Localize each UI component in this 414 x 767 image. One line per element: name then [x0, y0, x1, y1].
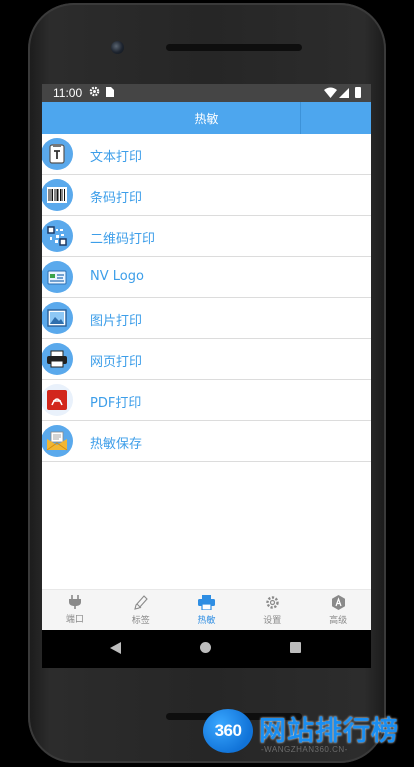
plug-icon	[68, 595, 81, 609]
menu-item-web-print[interactable]: 网页打印	[42, 339, 371, 380]
tab-label: 标签	[131, 615, 150, 626]
watermark: 360 网站排行榜 -WANGZHAN360.CN-	[203, 707, 408, 759]
pdf-icon	[42, 384, 73, 416]
back-icon[interactable]	[110, 642, 121, 654]
recent-apps-icon[interactable]	[290, 642, 301, 653]
menu-item-label: 文本打印	[90, 150, 143, 165]
barcode-icon	[42, 179, 73, 211]
tab-label: 高级	[329, 615, 348, 626]
appbar-divider	[300, 102, 301, 134]
menu-item-qrcode-print[interactable]: 二维码打印	[42, 216, 371, 257]
tab-port[interactable]: 端口	[42, 590, 108, 630]
print-menu-list: 文本打印 条码打印 二维码打印 NV Logo 图片打印 网页打印 PDF打印 …	[42, 134, 371, 462]
tab-label: 端口	[65, 615, 84, 625]
watermark-badge: 360	[203, 709, 253, 753]
tab-label: 设置	[263, 615, 282, 626]
menu-item-label: 网页打印	[90, 355, 143, 370]
menu-item-text-print[interactable]: 文本打印	[42, 134, 371, 175]
tab-label: 热敏	[197, 615, 216, 626]
gear-icon	[266, 595, 279, 609]
bottom-tab-bar: 端口 标签 热敏 设置 高级	[42, 589, 371, 630]
text-doc-icon	[42, 138, 73, 170]
watermark-title: 网站排行榜	[259, 716, 399, 747]
battery-icon	[355, 87, 361, 98]
advanced-icon	[331, 594, 345, 610]
picture-icon	[42, 302, 73, 334]
menu-item-pdf-print[interactable]: PDF打印	[42, 380, 371, 421]
tab-settings[interactable]: 设置	[239, 590, 305, 630]
tag-pen-icon	[133, 594, 148, 610]
front-camera-icon	[111, 41, 124, 54]
status-bar: 11:00	[42, 84, 371, 102]
qrcode-icon	[42, 220, 73, 252]
menu-item-thermal-save[interactable]: 热敏保存	[42, 421, 371, 462]
save-mail-icon	[42, 425, 73, 457]
settings-status-icon	[89, 86, 100, 97]
signal-icon	[339, 88, 349, 98]
menu-item-nv-logo[interactable]: NV Logo	[42, 257, 371, 298]
menu-item-image-print[interactable]: 图片打印	[42, 298, 371, 339]
system-nav-bar	[42, 630, 371, 668]
menu-item-label: PDF打印	[90, 396, 142, 411]
menu-item-label: NV Logo	[90, 269, 144, 284]
home-icon[interactable]	[200, 642, 211, 653]
sim-card-icon	[106, 87, 114, 97]
status-time: 11:00	[53, 86, 83, 100]
top-speaker	[166, 44, 302, 51]
printer-icon	[42, 343, 73, 375]
menu-item-label: 条码打印	[90, 191, 143, 206]
menu-item-label: 图片打印	[90, 314, 143, 329]
nv-logo-icon	[42, 261, 73, 293]
tab-label-print[interactable]: 标签	[108, 590, 174, 630]
menu-item-barcode-print[interactable]: 条码打印	[42, 175, 371, 216]
app-screen: 11:00 热敏 文本打印 条码打印 二维码打印 NV Logo 图片打印 网页…	[42, 84, 371, 630]
app-bar: 热敏	[42, 102, 371, 134]
watermark-url: -WANGZHAN360.CN-	[261, 745, 348, 754]
page-title: 热敏	[194, 111, 219, 126]
menu-item-label: 二维码打印	[90, 232, 156, 247]
tab-thermal[interactable]: 热敏	[174, 590, 240, 630]
tab-advanced[interactable]: 高级	[305, 590, 371, 630]
menu-item-label: 热敏保存	[90, 437, 143, 452]
wifi-icon	[324, 87, 337, 98]
printer-icon	[197, 594, 215, 610]
